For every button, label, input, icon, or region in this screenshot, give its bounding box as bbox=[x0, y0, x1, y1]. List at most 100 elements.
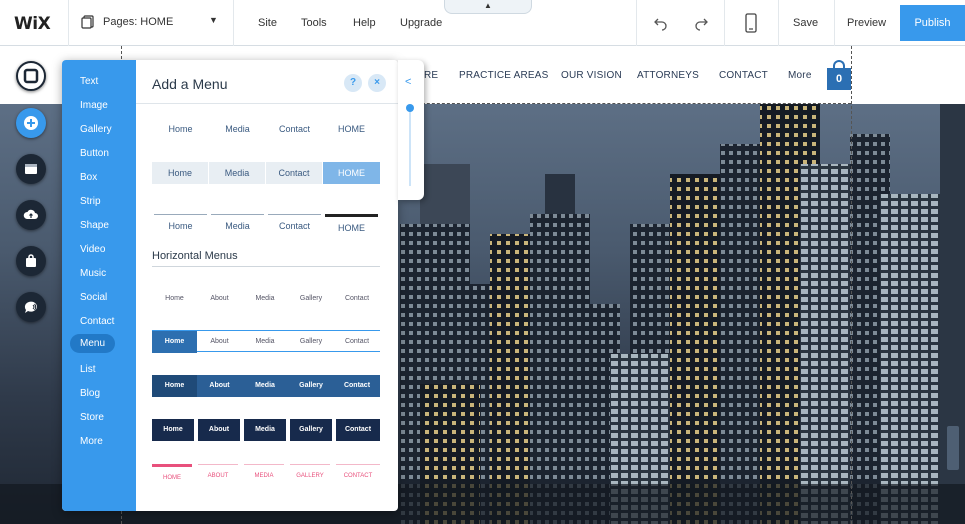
wix-logo: WiX bbox=[14, 14, 51, 34]
gridline-guide bbox=[851, 46, 852, 524]
menu-item: Media bbox=[255, 295, 275, 302]
redo-icon[interactable] bbox=[690, 12, 712, 34]
category-music[interactable]: Music bbox=[80, 268, 106, 279]
store-button[interactable] bbox=[16, 246, 46, 276]
preview-button[interactable]: Preview bbox=[847, 17, 886, 29]
menu-item: Contact bbox=[343, 382, 371, 389]
cart-icon[interactable]: 0 bbox=[827, 60, 851, 90]
add-categories-list: Text Image Gallery Button Box Strip Shap… bbox=[62, 60, 136, 511]
panel-header: Add a Menu ? × bbox=[136, 60, 398, 104]
category-button[interactable]: Button bbox=[80, 148, 109, 159]
menu-preset-small-plain[interactable]: Home About Media Gallery Contact bbox=[152, 288, 380, 310]
menu-item: About bbox=[210, 338, 229, 345]
menu-item-selected: HOME bbox=[323, 162, 380, 184]
menu-item: HOME bbox=[338, 124, 365, 134]
category-list[interactable]: List bbox=[80, 364, 96, 375]
menu-item-selected: Home bbox=[152, 375, 197, 397]
menu-item: About bbox=[210, 295, 229, 302]
menu-item: About bbox=[198, 419, 240, 441]
mobile-view-icon[interactable] bbox=[740, 12, 762, 34]
divider bbox=[834, 0, 835, 46]
menu-preset-underlined[interactable]: Home Media Contact HOME bbox=[152, 214, 380, 236]
panel-scroller[interactable]: < bbox=[398, 60, 424, 200]
category-contact[interactable]: Contact bbox=[80, 316, 114, 327]
category-image[interactable]: Image bbox=[80, 100, 108, 111]
divider bbox=[636, 0, 637, 46]
scroll-track[interactable] bbox=[409, 106, 411, 186]
category-blog[interactable]: Blog bbox=[80, 388, 100, 399]
section-resize-handle[interactable] bbox=[947, 426, 959, 470]
menu-item: Contact bbox=[344, 338, 370, 345]
pages-dropdown[interactable]: Pages: HOME ▼ bbox=[68, 0, 234, 46]
menu-item: Home bbox=[165, 295, 184, 302]
menu-item: Home bbox=[152, 162, 209, 184]
menu-item-selected: HOME bbox=[325, 214, 378, 236]
editor-top-bar: WiX Pages: HOME ▼ Site Tools Help Upgrad… bbox=[0, 0, 965, 46]
category-social[interactable]: Social bbox=[80, 292, 107, 303]
site-nav-contact[interactable]: CONTACT bbox=[719, 70, 768, 81]
cloud-upload-icon bbox=[23, 209, 38, 219]
plus-icon bbox=[24, 116, 38, 130]
undo-icon[interactable] bbox=[650, 12, 672, 34]
menu-help[interactable]: Help bbox=[353, 17, 376, 29]
close-icon[interactable]: × bbox=[368, 74, 386, 92]
add-tool-button[interactable] bbox=[16, 108, 46, 138]
category-text[interactable]: Text bbox=[80, 76, 98, 87]
category-more[interactable]: More bbox=[80, 436, 103, 447]
save-button[interactable]: Save bbox=[793, 17, 818, 29]
menu-preset-pink[interactable]: Home About Media Gallery Contact bbox=[152, 464, 380, 486]
category-video[interactable]: Video bbox=[80, 244, 105, 255]
menu-preset-solid-bar[interactable]: Home About Media Gallery Contact bbox=[152, 375, 380, 397]
menu-item: Home bbox=[152, 419, 194, 441]
chevron-left-icon[interactable]: < bbox=[405, 76, 411, 88]
category-strip[interactable]: Strip bbox=[80, 196, 101, 207]
site-nav-practice-areas[interactable]: PRACTICE AREAS bbox=[459, 70, 549, 81]
menu-upgrade[interactable]: Upgrade bbox=[400, 17, 442, 29]
menu-item: Contact bbox=[344, 295, 370, 302]
collapse-bar-handle[interactable]: ▲ bbox=[444, 0, 532, 14]
divider bbox=[778, 0, 779, 46]
publish-button[interactable]: Publish bbox=[900, 5, 965, 41]
category-gallery[interactable]: Gallery bbox=[80, 124, 112, 135]
left-tool-bar bbox=[0, 46, 62, 524]
background-tool-button[interactable] bbox=[16, 61, 46, 91]
chat-button[interactable] bbox=[16, 292, 46, 322]
category-shape[interactable]: Shape bbox=[80, 220, 109, 231]
category-box[interactable]: Box bbox=[80, 172, 97, 183]
add-panel: Text Image Gallery Button Box Strip Shap… bbox=[62, 60, 398, 511]
menu-item: Contact bbox=[336, 464, 380, 486]
menu-item: Media bbox=[244, 419, 286, 441]
menu-item: Contact bbox=[266, 162, 323, 184]
menu-preset-outline[interactable]: Home About Media Gallery Contact bbox=[152, 330, 380, 353]
cart-count: 0 bbox=[827, 68, 851, 90]
category-store[interactable]: Store bbox=[80, 412, 104, 423]
menu-item: Gallery bbox=[290, 419, 332, 441]
menu-item: Gallery bbox=[299, 295, 323, 302]
menu-item: Media bbox=[225, 124, 250, 134]
site-nav-our-vision[interactable]: OUR VISION bbox=[561, 70, 622, 81]
menu-item: Contact bbox=[278, 124, 311, 134]
menu-item: About bbox=[198, 464, 238, 486]
app-market-button[interactable] bbox=[16, 154, 46, 184]
menu-item: Contact bbox=[336, 419, 380, 441]
menu-item: Gallery bbox=[299, 382, 323, 389]
menu-item: Media bbox=[255, 338, 275, 345]
help-icon[interactable]: ? bbox=[344, 74, 362, 92]
menu-site[interactable]: Site bbox=[258, 17, 277, 29]
menu-preset-plain[interactable]: Home Media Contact HOME bbox=[152, 118, 380, 140]
site-nav-more[interactable]: More bbox=[788, 70, 812, 81]
site-nav-attorneys[interactable]: ATTORNEYS bbox=[637, 70, 699, 81]
menu-tools[interactable]: Tools bbox=[301, 17, 327, 29]
divider bbox=[724, 0, 725, 46]
menu-item: Media bbox=[211, 214, 264, 236]
site-nav-item[interactable]: RE bbox=[424, 70, 438, 81]
scroll-thumb[interactable] bbox=[406, 104, 414, 112]
shopping-bag-icon bbox=[26, 254, 36, 267]
category-menu[interactable]: Menu bbox=[70, 334, 116, 353]
chevron-down-icon: ▼ bbox=[209, 15, 218, 25]
menu-preset-buttons[interactable]: Home About Media Gallery Contact bbox=[152, 419, 380, 441]
upload-button[interactable] bbox=[16, 200, 46, 230]
menu-preset-boxed[interactable]: Home Media Contact HOME bbox=[152, 162, 380, 184]
box-icon bbox=[25, 164, 37, 174]
menu-item: Media bbox=[209, 162, 266, 184]
